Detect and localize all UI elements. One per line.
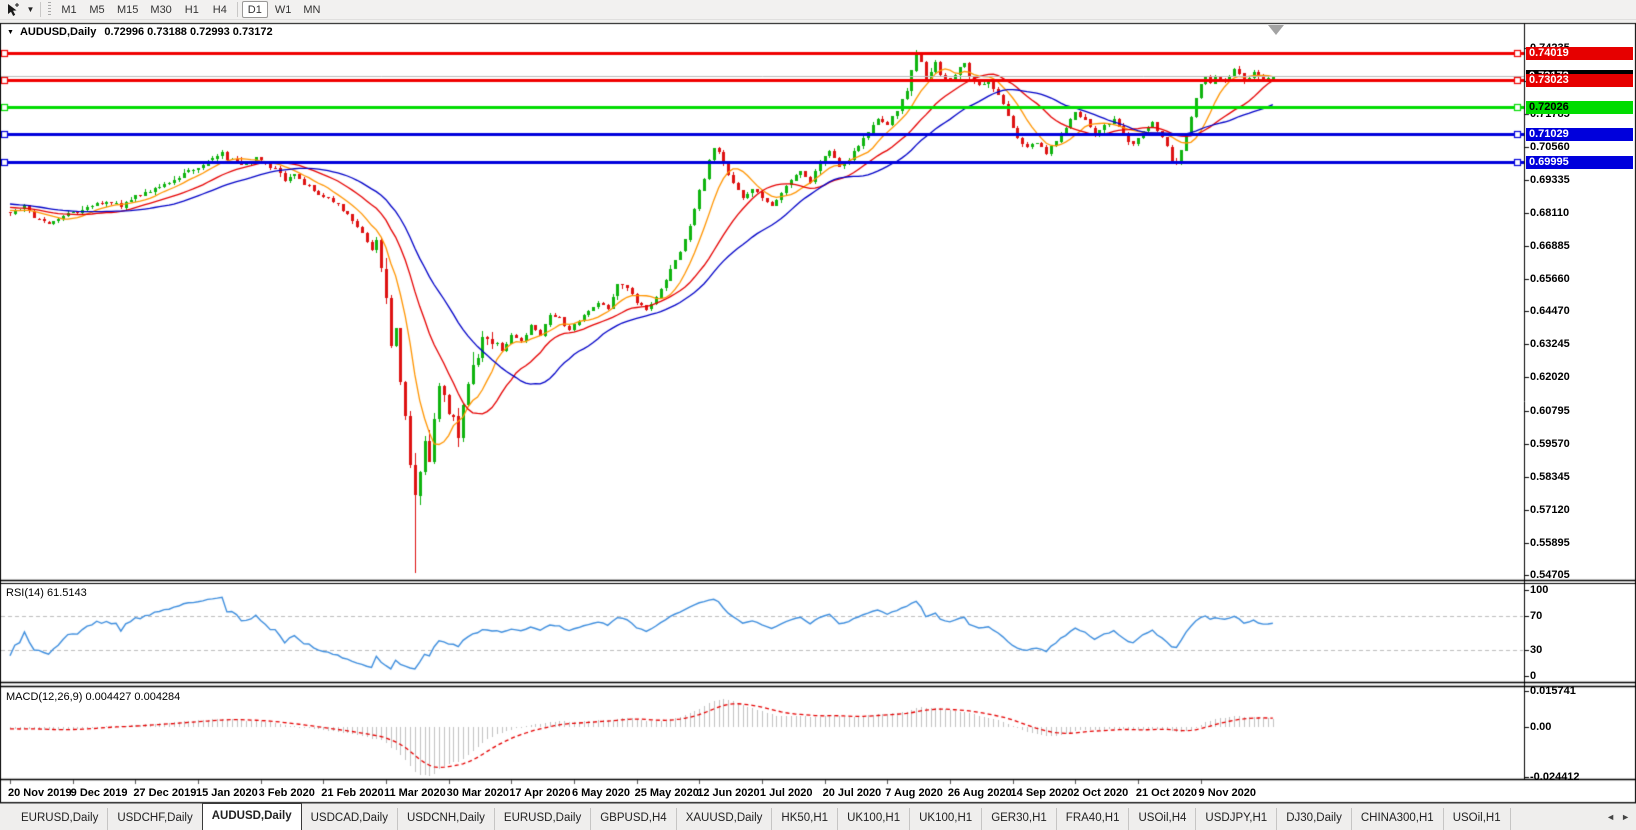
date-axis-label: 30 Mar 2020 — [447, 787, 509, 799]
date-axis-label: 21 Oct 2020 — [1136, 787, 1197, 799]
date-axis-label: 3 Feb 2020 — [259, 787, 315, 799]
chart-tab-EURUSD-Daily[interactable]: EURUSD,Daily — [495, 808, 591, 830]
price-tag-resistance: 0.73023 — [1526, 74, 1633, 87]
price-axis-tick: 0.54705 — [1530, 569, 1570, 581]
main-chart-pane[interactable] — [0, 24, 1524, 580]
date-axis-label: 20 Nov 2019 — [8, 787, 72, 799]
date-axis-label: 9 Nov 2020 — [1199, 787, 1256, 799]
chart-tab-USDJPY-H1[interactable]: USDJPY,H1 — [1196, 808, 1277, 830]
chart-tab-bar: EURUSD,DailyUSDCHF,DailyAUDUSD,DailyUSDC… — [0, 803, 1636, 830]
price-axis-tick: 0.58345 — [1530, 471, 1570, 483]
macd-level-label: -0.024412 — [1530, 771, 1580, 783]
price-axis-tick: 0.59570 — [1530, 438, 1570, 450]
chart-title: ▼ AUDUSD,Daily 0.72996 0.73188 0.72993 0… — [7, 26, 273, 38]
chart-tab-XAUUSD-Daily[interactable]: XAUUSD,Daily — [677, 808, 773, 830]
tab-scroll-right-icon[interactable]: ► — [1621, 812, 1630, 822]
price-axis-tick: 0.65660 — [1530, 273, 1570, 285]
date-axis-label: 26 Aug 2020 — [948, 787, 1012, 799]
chart-tab-AUDUSD-Daily[interactable]: AUDUSD,Daily — [202, 803, 302, 830]
chart-tab-USDCNH-Daily[interactable]: USDCNH,Daily — [398, 808, 495, 830]
rsi-level-label: 0 — [1530, 670, 1536, 682]
price-axis-tick: 0.64470 — [1530, 305, 1570, 317]
rsi-indicator-pane[interactable] — [0, 584, 1524, 682]
chart-tab-USOil-H1[interactable]: USOil,H1 — [1444, 808, 1511, 830]
chart-tab-DJ30-Daily[interactable]: DJ30,Daily — [1277, 808, 1352, 830]
macd-indicator-pane[interactable] — [0, 688, 1524, 779]
date-axis-label: 1 Jul 2020 — [760, 787, 813, 799]
price-axis-tick: 0.66885 — [1530, 240, 1570, 252]
chart-tab-GBPUSD-H4[interactable]: GBPUSD,H4 — [591, 808, 676, 830]
chart-tab-EURUSD-Daily[interactable]: EURUSD,Daily — [12, 808, 108, 830]
macd-level-label: 0.015741 — [1530, 685, 1576, 697]
chart-ohlc-values: 0.72996 0.73188 0.72993 0.73172 — [104, 26, 272, 38]
chart-tab-USDCHF-Daily[interactable]: USDCHF,Daily — [108, 808, 202, 830]
chart-tab-CHINA300-H1[interactable]: CHINA300,H1 — [1352, 808, 1444, 830]
price-axis-tick: 0.57120 — [1530, 504, 1570, 516]
chart-tab-USDCAD-Daily[interactable]: USDCAD,Daily — [302, 808, 398, 830]
price-axis-tick: 0.69335 — [1530, 174, 1570, 186]
price-axis-tick: 0.63245 — [1530, 338, 1570, 350]
macd-level-label: 0.00 — [1530, 721, 1551, 733]
date-axis-label: 7 Aug 2020 — [885, 787, 943, 799]
date-axis-label: 11 Mar 2020 — [384, 787, 446, 799]
tab-scroll-arrows: ◄► — [1606, 812, 1630, 822]
chart-tab-UK100-H1[interactable]: UK100,H1 — [838, 808, 910, 830]
date-axis-label: 2 Oct 2020 — [1073, 787, 1128, 799]
chart-tab-HK50-H1[interactable]: HK50,H1 — [772, 808, 838, 830]
date-axis-label: 12 Jun 2020 — [697, 787, 759, 799]
rsi-level-label: 70 — [1530, 610, 1542, 622]
chart-tab-GER30-H1[interactable]: GER30,H1 — [982, 808, 1057, 830]
date-axis-label: 20 Jul 2020 — [823, 787, 882, 799]
price-axis-tick: 0.70560 — [1530, 141, 1570, 153]
price-tag-support: 0.69995 — [1526, 156, 1633, 169]
chart-symbol-label: AUDUSD,Daily — [20, 26, 96, 38]
date-axis-label: 14 Sep 2020 — [1011, 787, 1074, 799]
rsi-level-label: 30 — [1530, 644, 1542, 656]
chart-tab-USOil-H4[interactable]: USOil,H4 — [1129, 808, 1196, 830]
price-tag-level: 0.72026 — [1526, 101, 1633, 114]
price-axis-tick: 0.62020 — [1530, 371, 1570, 383]
mt4-chart-window: ▼ M1M5M15M30H1H4D1W1MN ▼ AUDUSD,Daily 0.… — [0, 0, 1636, 830]
tab-scroll-left-icon[interactable]: ◄ — [1606, 812, 1615, 822]
chart-tab-FRA40-H1[interactable]: FRA40,H1 — [1057, 808, 1130, 830]
price-axis-tick: 0.68110 — [1530, 207, 1569, 219]
date-axis-label: 6 May 2020 — [572, 787, 630, 799]
date-axis-label: 25 May 2020 — [635, 787, 699, 799]
date-axis-label: 9 Dec 2019 — [71, 787, 128, 799]
chart-tab-UK100-H1[interactable]: UK100,H1 — [910, 808, 982, 830]
price-axis-tick: 0.60795 — [1530, 405, 1570, 417]
date-axis-label: 21 Feb 2020 — [321, 787, 383, 799]
date-axis-label: 17 Apr 2020 — [509, 787, 570, 799]
price-tag-support: 0.71029 — [1526, 128, 1633, 141]
price-tag-resistance: 0.74019 — [1526, 47, 1633, 60]
rsi-label: RSI(14) 61.5143 — [6, 587, 87, 599]
chart-shift-marker-icon[interactable] — [1268, 25, 1284, 35]
price-axis-tick: 0.55895 — [1530, 537, 1570, 549]
date-axis-label: 27 Dec 2019 — [133, 787, 196, 799]
chart-collapse-icon[interactable]: ▼ — [7, 29, 14, 36]
macd-label: MACD(12,26,9) 0.004427 0.004284 — [6, 691, 180, 703]
date-axis-label: 15 Jan 2020 — [196, 787, 258, 799]
rsi-level-label: 100 — [1530, 584, 1548, 596]
